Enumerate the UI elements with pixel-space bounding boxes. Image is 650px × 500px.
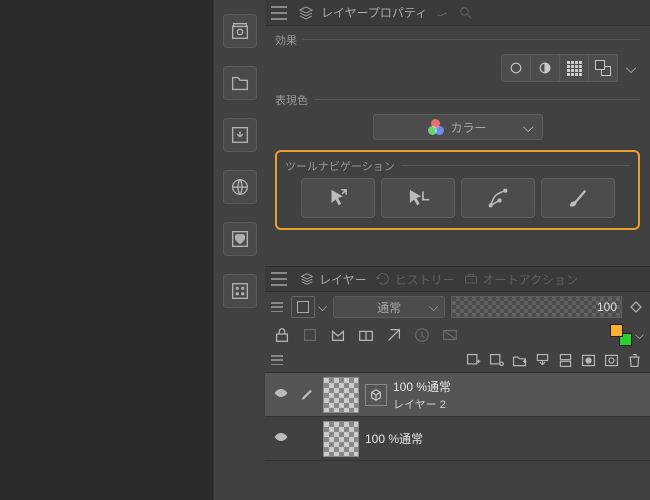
lock-transparent-button[interactable] (271, 324, 293, 346)
palette-color-toggle[interactable] (291, 296, 315, 318)
new-raster-layer-button[interactable] (463, 350, 483, 370)
tab-layer[interactable]: レイヤー (299, 271, 367, 288)
section-effects-label: 効果 (275, 32, 303, 48)
reference-button[interactable] (355, 324, 377, 346)
dock-btn-heart[interactable] (223, 222, 257, 256)
dock-btn-globe[interactable] (223, 170, 257, 204)
dock-btn-subview[interactable] (223, 14, 257, 48)
effect-fill-button[interactable] (530, 54, 560, 82)
clip-mask-button[interactable] (327, 324, 349, 346)
layer-thumbnail (323, 377, 359, 413)
effect-outline-button[interactable] (501, 54, 531, 82)
tab-icon-3[interactable] (457, 4, 475, 22)
merge-down-button[interactable] (555, 350, 575, 370)
delete-layer-button[interactable] (624, 350, 644, 370)
layer-panel: レイヤー ヒストリー オートアクション ⌵ 通常 ⌵ (265, 266, 650, 500)
layer-property-tabs: レイヤープロパティ (265, 0, 650, 26)
opacity-stepper[interactable] (628, 296, 644, 318)
color-swatch[interactable] (610, 324, 632, 346)
visibility-toggle[interactable] (271, 385, 291, 404)
tab-layer-property[interactable]: レイヤープロパティ (321, 4, 427, 21)
hamburger-icon[interactable] (271, 302, 283, 312)
visibility-toggle[interactable] (271, 429, 291, 448)
layer-thumbnail (323, 421, 359, 457)
rendering-color-value: カラー (450, 119, 486, 136)
mask-layer-button[interactable] (439, 324, 461, 346)
edit-target-icon[interactable] (297, 385, 317, 404)
rendering-color-dropdown[interactable]: カラー ⌵ (373, 114, 543, 140)
new-folder-button[interactable] (509, 350, 529, 370)
draft-button[interactable] (383, 324, 405, 346)
opacity-value: 100 (597, 300, 617, 314)
blend-mode-dropdown[interactable]: 通常 ⌵ (333, 296, 445, 318)
effect-layercolor-button[interactable] (588, 54, 618, 82)
section-tool-nav-label: ツールナビゲーション (285, 158, 401, 174)
dock-sidebar (213, 0, 265, 500)
tool-navigation-highlight: ツールナビゲーション (275, 150, 640, 230)
tab-icon-2[interactable] (433, 4, 451, 22)
blend-mode-value: 通常 (377, 299, 401, 316)
tool-nav-move-point[interactable] (381, 178, 455, 218)
layer-opacity-label: 100 %通常 (393, 378, 451, 395)
effect-tone-button[interactable] (559, 54, 589, 82)
hamburger-icon[interactable] (271, 6, 287, 20)
new-vector-layer-button[interactable] (486, 350, 506, 370)
hamburger-icon[interactable] (271, 272, 287, 286)
chevron-down-icon[interactable]: ⌵ (635, 328, 644, 343)
tool-nav-object-select[interactable] (301, 178, 375, 218)
layer-row[interactable]: 100 %通常 (265, 417, 650, 461)
layer-list: 100 %通常 レイヤー 2 100 %通常 (265, 372, 650, 461)
hamburger-icon[interactable] (271, 355, 283, 365)
dock-btn-download[interactable] (223, 118, 257, 152)
layer-row[interactable]: 100 %通常 レイヤー 2 (265, 373, 650, 417)
layer-property-icon (297, 4, 315, 22)
dock-btn-folder[interactable] (223, 66, 257, 100)
effects-dropdown-chevron[interactable]: ⌵ (622, 60, 640, 77)
tab-history[interactable]: ヒストリー (375, 271, 455, 288)
chevron-down-icon[interactable]: ⌵ (318, 300, 327, 315)
opacity-slider[interactable]: 100 (451, 296, 622, 318)
ref-layer-button[interactable] (411, 324, 433, 346)
apply-mask-button[interactable] (601, 350, 621, 370)
rgb-icon (428, 119, 444, 135)
section-rendering-color: 表現色 カラー ⌵ (275, 92, 640, 140)
layer-name: レイヤー 2 (393, 396, 451, 412)
layer-opacity-label: 100 %通常 (365, 430, 423, 447)
section-rendering-color-label: 表現色 (275, 92, 314, 108)
section-effects: 効果 ⌵ (275, 32, 640, 82)
dock-btn-grid[interactable] (223, 274, 257, 308)
tool-nav-brush[interactable] (541, 178, 615, 218)
layer-type-3d-icon (365, 384, 387, 406)
tool-nav-edit-line[interactable] (461, 178, 535, 218)
lock-button[interactable] (299, 324, 321, 346)
layer-mask-button[interactable] (578, 350, 598, 370)
tab-auto-action[interactable]: オートアクション (463, 271, 578, 288)
transfer-down-button[interactable] (532, 350, 552, 370)
canvas-area (0, 0, 213, 500)
